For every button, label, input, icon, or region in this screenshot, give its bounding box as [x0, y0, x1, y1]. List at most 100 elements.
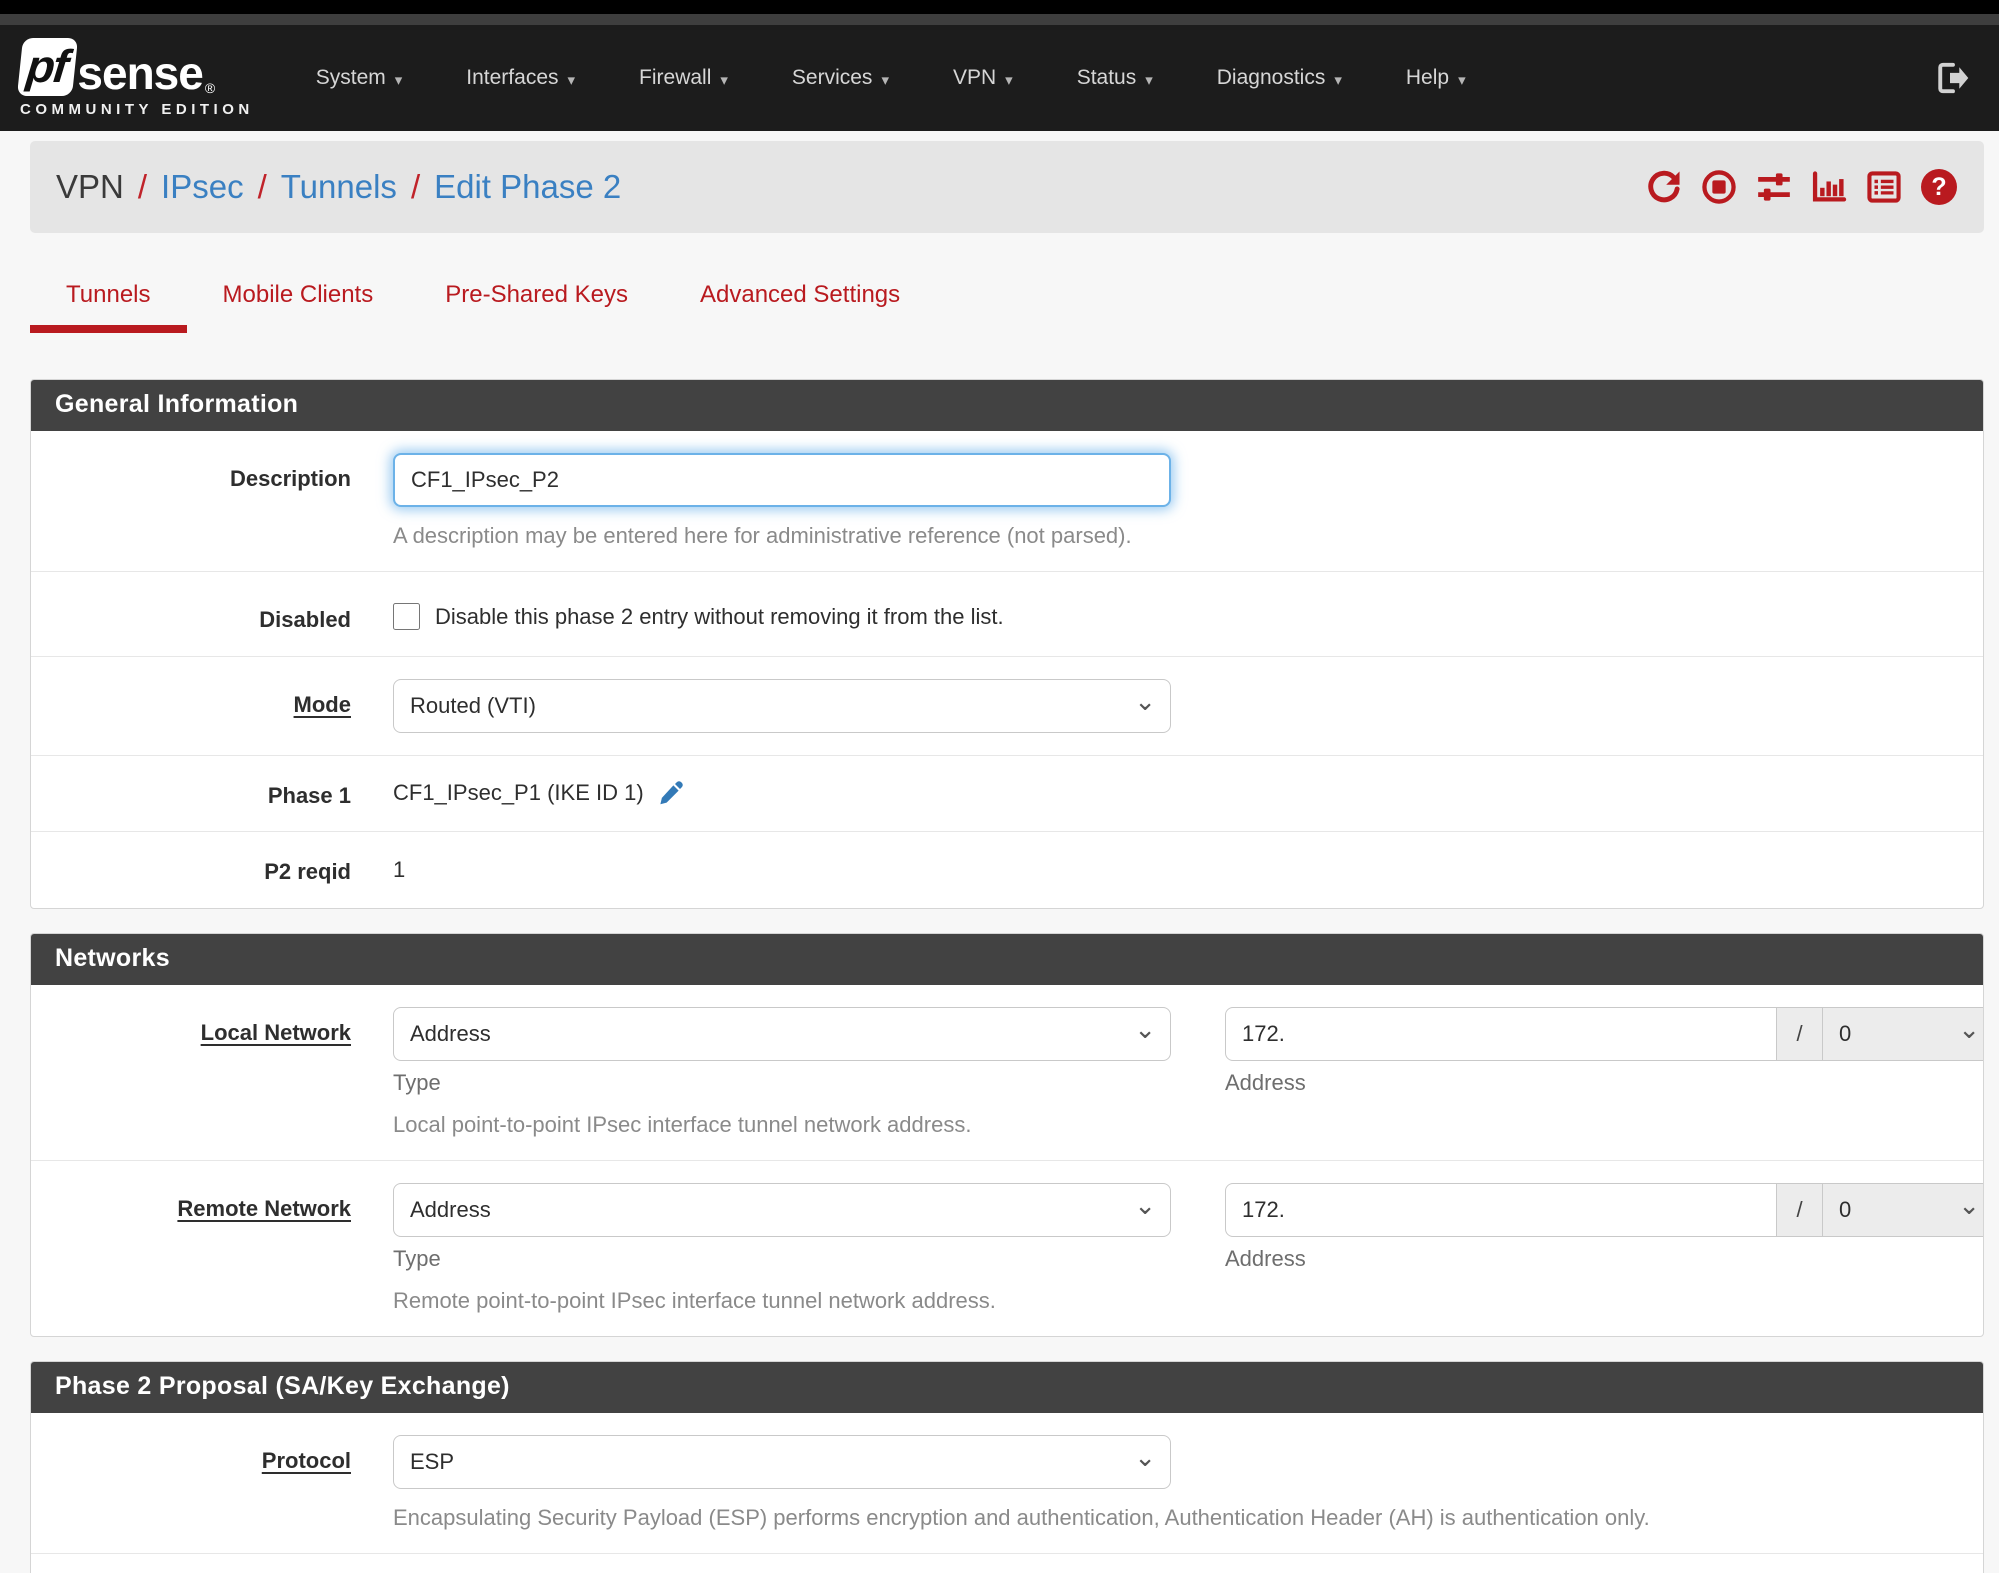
stop-service-icon[interactable] — [1700, 168, 1738, 206]
window-top-strip — [0, 0, 1999, 14]
remote-address-caption: Address — [1225, 1245, 1306, 1271]
nav-item-help[interactable]: Help ▾ — [1374, 66, 1498, 90]
general-information-panel: General Information Description A descri… — [30, 379, 1984, 909]
chevron-down-icon: ▾ — [394, 71, 403, 89]
chevron-down-icon: ▾ — [1458, 71, 1466, 89]
brand-sense-text: sense — [77, 47, 203, 99]
nav-item-interfaces[interactable]: Interfaces ▾ — [434, 66, 607, 90]
pf-badge: pf — [16, 38, 79, 96]
chevron-down-icon: ▾ — [720, 71, 728, 89]
protocol-help: Encapsulating Security Payload (ESP) per… — [393, 1504, 1650, 1530]
phase1-value: CF1_IPsec_P1 (IKE ID 1) — [393, 780, 644, 806]
p2reqid-row: P2 reqid 1 — [31, 831, 1983, 908]
section-title-networks: Networks — [31, 933, 1983, 985]
window-sub-strip — [0, 14, 1999, 25]
help-icon[interactable]: ? — [1920, 168, 1958, 206]
remote-network-type-select[interactable]: Address ⌄ — [393, 1182, 1171, 1237]
protocol-select[interactable]: ESP ⌄ — [393, 1434, 1171, 1489]
protocol-label: Protocol — [261, 1447, 351, 1473]
nav-item-status[interactable]: Status ▾ — [1045, 66, 1185, 90]
description-help: A description may be entered here for ad… — [393, 523, 1132, 548]
breadcrumb-link-tunnels[interactable]: Tunnels — [281, 168, 397, 206]
nav-item-services[interactable]: Services ▾ — [760, 66, 921, 90]
log-list-icon[interactable] — [1865, 168, 1903, 206]
breadcrumb-link-ipsec[interactable]: IPsec — [161, 168, 244, 206]
local-network-help: Local point-to-point IPsec interface tun… — [393, 1111, 972, 1137]
sliders-icon[interactable] — [1755, 168, 1793, 206]
chevron-down-icon: ▾ — [567, 71, 576, 89]
local-type-col: Address ⌄ Type — [393, 1006, 1171, 1096]
local-slash-addon: / — [1777, 1006, 1823, 1061]
local-address-caption: Address — [1225, 1069, 1306, 1095]
remote-type-col: Address ⌄ Type — [393, 1182, 1171, 1272]
nav-item-firewall[interactable]: Firewall ▾ — [607, 66, 760, 90]
p2reqid-value: 1 — [393, 856, 406, 882]
remote-network-help: Remote point-to-point IPsec interface tu… — [393, 1287, 996, 1313]
chevron-down-icon: ⌄ — [1134, 1189, 1156, 1220]
mode-label: Mode — [293, 691, 351, 717]
chevron-down-icon: ▾ — [1005, 71, 1013, 89]
tab-pre-shared-keys[interactable]: Pre-Shared Keys — [409, 281, 664, 333]
chevron-down-icon: ▾ — [881, 71, 889, 89]
phase2-proposal-panel: Phase 2 Proposal (SA/Key Exchange) Proto… — [30, 1360, 1984, 1573]
breadcrumb-link-edit-phase-2[interactable]: Edit Phase 2 — [434, 168, 621, 206]
chevron-down-icon: ⌄ — [1134, 1013, 1156, 1044]
phase1-label: Phase 1 — [267, 782, 351, 808]
top-navbar: pf sense ® COMMUNITY EDITION System ▾ Int… — [0, 25, 1999, 131]
remote-network-label: Remote Network — [177, 1195, 351, 1221]
local-address-col: / 0 ⌄ Address — [1225, 1006, 1983, 1096]
tab-advanced-settings[interactable]: Advanced Settings — [664, 281, 936, 333]
breadcrumb-root: VPN — [56, 168, 124, 205]
chevron-down-icon: ⌄ — [1134, 1441, 1156, 1472]
nav-item-vpn[interactable]: VPN ▾ — [921, 66, 1045, 90]
disabled-checkbox[interactable] — [393, 603, 420, 630]
nav-item-diagnostics[interactable]: Diagnostics ▾ — [1185, 66, 1374, 90]
encryption-aes-row: Encryption Algorithms AES 256 bits ⌄ — [31, 1552, 1983, 1573]
description-input[interactable] — [393, 453, 1171, 507]
local-network-label: Local Network — [200, 1019, 351, 1045]
chevron-down-icon: ⌄ — [1958, 1189, 1980, 1220]
registered-mark: ® — [204, 80, 216, 96]
mode-select[interactable]: Routed (VTI) ⌄ — [393, 678, 1171, 733]
sign-out-icon[interactable] — [1935, 60, 1971, 96]
chevron-down-icon: ▾ — [1334, 71, 1342, 89]
chevron-down-icon: ▾ — [1145, 71, 1153, 89]
breadcrumb-separator: / — [257, 168, 267, 205]
tab-tunnels[interactable]: Tunnels — [30, 281, 187, 333]
ipsec-tabs: Tunnels Mobile Clients Pre-Shared Keys A… — [30, 281, 1999, 333]
chevron-down-icon: ⌄ — [1134, 685, 1156, 716]
remote-address-input[interactable] — [1225, 1182, 1777, 1237]
refresh-icon[interactable] — [1645, 168, 1683, 206]
local-network-row: Local Network Address ⌄ Type / 0 — [31, 985, 1983, 1160]
bar-chart-icon[interactable] — [1810, 168, 1848, 206]
p2reqid-label: P2 reqid — [264, 859, 351, 884]
remote-type-caption: Type — [393, 1245, 441, 1271]
pfsense-logo[interactable]: pf sense ® COMMUNITY EDITION — [16, 38, 254, 118]
section-title-phase2-proposal: Phase 2 Proposal (SA/Key Exchange) — [31, 1361, 1983, 1413]
brand-edition-text: COMMUNITY EDITION — [20, 101, 254, 118]
local-network-type-select[interactable]: Address ⌄ — [393, 1006, 1171, 1061]
chevron-down-icon: ⌄ — [1958, 1013, 1980, 1044]
networks-panel: Networks Local Network Address ⌄ Type / — [30, 932, 1984, 1337]
tab-mobile-clients[interactable]: Mobile Clients — [187, 281, 410, 333]
remote-address-col: / 0 ⌄ Address — [1225, 1182, 1983, 1272]
description-row: Description A description may be entered… — [31, 431, 1983, 571]
disabled-checkbox-label: Disable this phase 2 entry without remov… — [435, 603, 1004, 629]
nav-menu: System ▾ Interfaces ▾ Firewall ▾ Services ▾ … — [284, 66, 1935, 90]
remote-prefix-select[interactable]: 0 ⌄ — [1823, 1182, 1983, 1237]
disabled-row: Disabled Disable this phase 2 entry with… — [31, 571, 1983, 656]
local-address-input[interactable] — [1225, 1006, 1777, 1061]
nav-item-system[interactable]: System ▾ — [284, 66, 435, 90]
disabled-label: Disabled — [259, 607, 351, 632]
remote-slash-addon: / — [1777, 1182, 1823, 1237]
local-type-caption: Type — [393, 1069, 441, 1095]
edit-pencil-icon[interactable] — [656, 778, 686, 808]
help-glyph: ? — [1921, 169, 1957, 205]
breadcrumb: VPN / IPsec / Tunnels / Edit Phase 2 — [56, 168, 621, 206]
local-prefix-select[interactable]: 0 ⌄ — [1823, 1006, 1983, 1061]
breadcrumb-separator: / — [137, 168, 148, 205]
page-header-icons: ? — [1645, 168, 1958, 206]
mode-row: Mode Routed (VTI) ⌄ — [31, 655, 1983, 755]
remote-network-row: Remote Network Address ⌄ Type / 0 — [31, 1159, 1983, 1336]
breadcrumb-panel: VPN / IPsec / Tunnels / Edit Phase 2 ? — [30, 141, 1984, 233]
